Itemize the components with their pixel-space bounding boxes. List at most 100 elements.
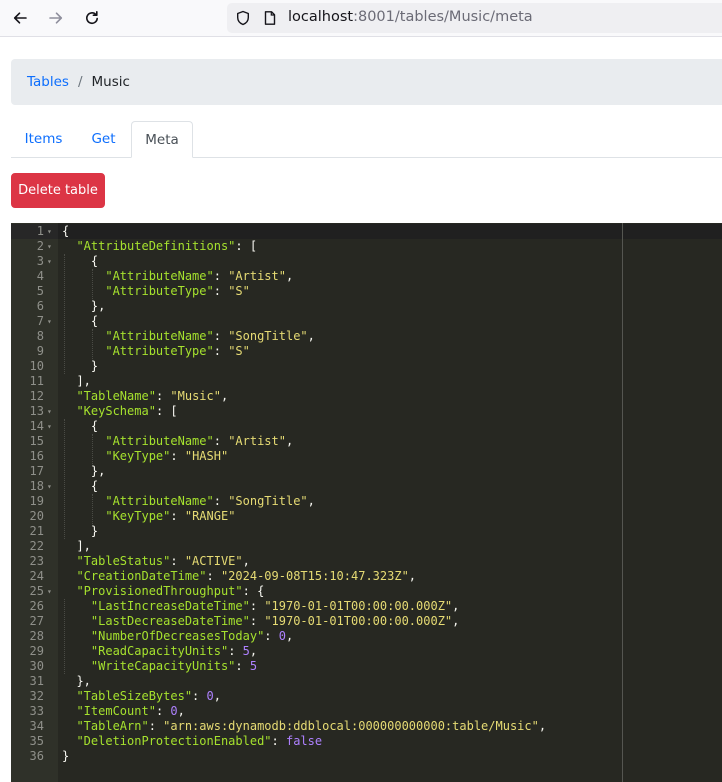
- delete-table-button[interactable]: Delete table: [11, 173, 105, 208]
- code-token: : [: [235, 239, 258, 253]
- code-token: "SongTitle": [228, 329, 308, 343]
- code-line: 33 "ItemCount": 0,: [11, 704, 722, 719]
- back-button[interactable]: [7, 6, 33, 30]
- code-line: 23 "TableStatus": "ACTIVE",: [11, 554, 722, 569]
- json-editor[interactable]: 1 ▾{2 ▾ "AttributeDefinitions": [3 ▾ {4 "At…: [11, 223, 722, 782]
- code-line: 21 }: [11, 524, 722, 539]
- code-token: :: [249, 614, 265, 628]
- code-text: {: [62, 314, 98, 329]
- code-token: ,: [408, 569, 417, 583]
- code-text: }: [62, 524, 98, 539]
- fold-toggle-icon[interactable]: ▾: [47, 479, 52, 494]
- code-token: }: [62, 749, 70, 763]
- code-token: ,: [307, 329, 315, 343]
- line-number: 30: [29, 659, 44, 673]
- url-text[interactable]: localhost:8001/tables/Music/meta: [288, 9, 533, 25]
- code-token: "TableSizeBytes": [76, 689, 193, 703]
- address-bar[interactable]: localhost:8001/tables/Music/meta: [227, 3, 722, 33]
- code-token: {: [62, 479, 99, 493]
- code-text: "KeyType": "RANGE": [62, 509, 235, 524]
- line-number: 34: [29, 719, 44, 733]
- url-host: localhost: [288, 9, 354, 25]
- code-line: 22 ],: [11, 539, 722, 554]
- fold-toggle-icon[interactable]: ▾: [47, 239, 52, 254]
- code-token: false: [285, 734, 323, 748]
- code-text: "TableArn": "arn:aws:dynamodb:ddblocal:0…: [62, 719, 546, 734]
- code-text: {: [62, 419, 98, 434]
- fold-toggle-icon[interactable]: ▾: [47, 584, 52, 599]
- code-text: "LastDecreaseDateTime": "1970-01-01T00:0…: [62, 614, 459, 629]
- code-token: "LastDecreaseDateTime": [90, 614, 250, 628]
- code-line: 10 }: [11, 359, 722, 374]
- forward-button[interactable]: [43, 6, 69, 30]
- code-text: "TableStatus": "ACTIVE",: [62, 554, 249, 569]
- code-line: 1 ▾ {: [11, 224, 722, 239]
- tab-get[interactable]: Get: [76, 121, 131, 158]
- code-text: "WriteCapacityUnits": 5: [62, 659, 257, 674]
- reload-button[interactable]: [79, 6, 105, 30]
- code-line: 11 ],: [11, 374, 722, 389]
- code-text: "AttributeType": "S": [62, 284, 250, 299]
- fold-toggle-icon[interactable]: ▾: [47, 314, 52, 329]
- code-token: "S": [228, 344, 250, 358]
- code-text: "TableName": "Music",: [62, 389, 228, 404]
- breadcrumb-current: Music: [91, 74, 130, 90]
- code-token: "KeyType": [105, 509, 171, 523]
- code-line: 5 "AttributeType": "S": [11, 284, 722, 299]
- line-number: 28: [29, 629, 44, 643]
- tab-items[interactable]: Items: [11, 121, 76, 158]
- fold-toggle-icon[interactable]: ▾: [47, 254, 52, 269]
- code-token: ,: [307, 494, 315, 508]
- code-token: "AttributeType": [105, 344, 214, 358]
- code-token: }: [62, 359, 99, 373]
- line-number: 5: [36, 284, 44, 298]
- line-number: 26: [29, 599, 44, 613]
- code-token: 0: [170, 704, 178, 718]
- code-token: {: [62, 254, 99, 268]
- tab-meta[interactable]: Meta: [131, 121, 193, 158]
- code-line: 7 ▾ {: [11, 314, 722, 329]
- fold-toggle-icon[interactable]: ▾: [47, 404, 52, 419]
- code-line: 24 "CreationDateTime": "2024-09-08T15:10…: [11, 569, 722, 584]
- code-token: "WriteCapacityUnits": [90, 659, 236, 673]
- breadcrumb-tables-link[interactable]: Tables: [27, 74, 69, 90]
- line-number: 19: [29, 494, 44, 508]
- code-token: :: [213, 344, 229, 358]
- code-text: }: [62, 749, 69, 764]
- code-token: ,: [452, 614, 460, 628]
- line-number: 4: [36, 269, 44, 283]
- fold-toggle-icon[interactable]: ▾: [47, 419, 52, 434]
- code-line: 25 ▾ "ProvisionedThroughput": {: [11, 584, 722, 599]
- code-line: 16 "KeyType": "HASH": [11, 449, 722, 464]
- code-token: :: [228, 644, 243, 658]
- fold-toggle-icon[interactable]: ▾: [47, 224, 52, 239]
- line-number: 7: [36, 314, 44, 328]
- line-number: 8: [36, 329, 44, 343]
- code-line: 19 "AttributeName": "SongTitle",: [11, 494, 722, 509]
- code-token: :: [213, 269, 229, 283]
- code-token: "SongTitle": [228, 494, 308, 508]
- code-token: :: [148, 719, 164, 733]
- code-token: :: [213, 329, 229, 343]
- code-token: "Artist": [228, 269, 286, 283]
- code-text: "AttributeName": "SongTitle",: [62, 494, 315, 509]
- code-token: :: [170, 554, 185, 568]
- code-token: "Music": [170, 389, 221, 403]
- page-icon[interactable]: [262, 10, 278, 26]
- code-line: 34 "TableArn": "arn:aws:dynamodb:ddbloca…: [11, 719, 722, 734]
- line-number: 27: [29, 614, 44, 628]
- code-token: 0: [206, 689, 214, 703]
- shield-icon[interactable]: [235, 10, 251, 26]
- code-line: 3 ▾ {: [11, 254, 722, 269]
- code-token: ,: [213, 689, 221, 703]
- code-token: "NumberOfDecreasesToday": [90, 629, 265, 643]
- code-token: "1970-01-01T00:00:00.000Z": [264, 614, 453, 628]
- code-token: "ReadCapacityUnits": [90, 644, 229, 658]
- breadcrumb-separator: /: [77, 74, 83, 90]
